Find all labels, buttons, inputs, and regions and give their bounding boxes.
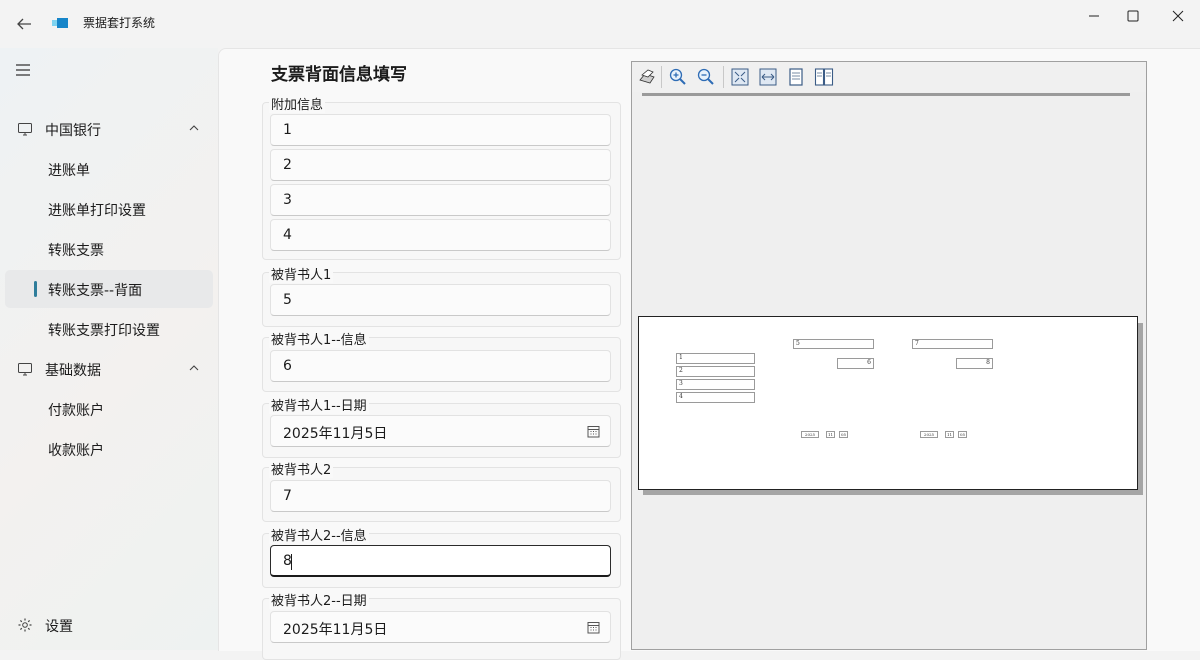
calendar-icon[interactable] [587, 425, 600, 438]
field-value: 5 [283, 292, 292, 308]
endorsee2-info-input[interactable]: 8 [270, 545, 611, 577]
two-pages-icon[interactable] [814, 67, 834, 87]
extra-info-line-4-input[interactable]: 4 [270, 219, 611, 251]
field-value: 1 [283, 122, 292, 138]
text-caret [291, 554, 292, 570]
single-page-icon[interactable] [786, 67, 806, 87]
nav-item-label: 转账支票打印设置 [48, 323, 160, 339]
minimize-icon [1089, 15, 1099, 17]
back-arrow-icon [17, 18, 31, 30]
nav-item-payer-accounts[interactable]: 付款账户 [5, 390, 213, 428]
selection-indicator [34, 281, 37, 297]
group-label: 附加信息 [269, 94, 326, 113]
nav-group-label: 中国银行 [45, 123, 101, 139]
endorsee2-date-picker[interactable]: 2025年11月5日 [270, 611, 611, 643]
nav-item-label: 进账单 [48, 163, 90, 179]
group-label: 被背书人1 [269, 264, 334, 283]
endorsee1-input[interactable]: 5 [270, 284, 611, 316]
nav-item-transfer-check[interactable]: 转账支票 [5, 230, 213, 268]
print-icon[interactable] [637, 67, 657, 87]
endorsee1-info-input[interactable]: 6 [270, 350, 611, 382]
preview-date1-year: 2025 [801, 431, 819, 438]
navigation-sidebar: 中国银行 进账单 进账单打印设置 转账支票 转账支票--背面 转账支票打印设置 … [0, 48, 218, 650]
maximize-button[interactable] [1111, 0, 1155, 32]
preview-divider [642, 93, 1130, 96]
preview-date1-month: 11 [826, 431, 835, 438]
app-logo-icon [52, 18, 68, 28]
toolbar-separator [661, 66, 662, 88]
preview-endorsee1-info: 6 [837, 358, 874, 369]
close-icon [1172, 10, 1184, 22]
group-label: 被背书人1--日期 [269, 395, 369, 414]
nav-item-label: 转账支票 [48, 243, 104, 259]
group-label: 被背书人1--信息 [269, 329, 369, 348]
nav-item-deposit-slip[interactable]: 进账单 [5, 150, 213, 188]
field-value: 6 [283, 358, 292, 374]
monitor-icon [18, 123, 32, 136]
minimize-button[interactable] [1072, 0, 1116, 32]
nav-group-base-data[interactable]: 基础数据 [5, 350, 213, 388]
preview-date2-year: 2025 [920, 431, 938, 438]
extra-info-line-2-input[interactable]: 2 [270, 149, 611, 181]
group-label: 被背书人2--日期 [269, 590, 369, 609]
gear-icon [18, 618, 32, 632]
preview-extra-line-3: 3 [676, 379, 755, 390]
fit-page-icon[interactable] [730, 67, 750, 87]
nav-item-payee-accounts[interactable]: 收款账户 [5, 430, 213, 468]
field-value: 2 [283, 157, 292, 173]
monitor-icon [18, 363, 32, 376]
check-back-preview-page: 5 7 6 8 1 2 3 4 2025 11 05 2025 11 05 [638, 316, 1138, 490]
group-label: 被背书人2 [269, 459, 334, 478]
field-value: 2025年11月5日 [283, 622, 388, 638]
calendar-icon[interactable] [587, 621, 600, 634]
close-button[interactable] [1156, 0, 1200, 32]
preview-date2-month: 11 [945, 431, 954, 438]
field-value: 2025年11月5日 [283, 426, 388, 442]
nav-item-label: 转账支票--背面 [48, 283, 143, 299]
nav-item-label: 收款账户 [48, 443, 104, 459]
field-value: 4 [283, 227, 292, 243]
preview-date1-day: 05 [839, 431, 848, 438]
preview-endorsee2: 7 [912, 339, 993, 349]
preview-endorsee2-info: 8 [956, 358, 993, 369]
field-value: 3 [283, 192, 292, 208]
nav-group-label: 基础数据 [45, 363, 101, 379]
page-title: 支票背面信息填写 [271, 65, 407, 85]
extra-info-line-1-input[interactable]: 1 [270, 114, 611, 146]
toolbar-separator [723, 66, 724, 88]
preview-extra-line-2: 2 [676, 366, 755, 377]
endorsee2-input[interactable]: 7 [270, 480, 611, 512]
preview-toolbar [632, 62, 1146, 92]
chevron-up-icon[interactable] [187, 121, 201, 135]
print-preview-pane: 5 7 6 8 1 2 3 4 2025 11 05 2025 11 05 [631, 61, 1147, 650]
field-value: 7 [283, 488, 292, 504]
hamburger-menu-icon[interactable] [14, 61, 32, 79]
preview-date2-day: 05 [958, 431, 967, 438]
preview-extra-line-1: 1 [676, 353, 755, 364]
settings-label: 设置 [45, 619, 73, 635]
zoom-out-icon[interactable] [696, 67, 716, 87]
preview-extra-line-4: 4 [676, 392, 755, 403]
zoom-in-icon[interactable] [668, 67, 688, 87]
window-title: 票据套打系统 [83, 16, 156, 30]
chevron-up-icon[interactable] [187, 361, 201, 375]
nav-item-deposit-slip-print-settings[interactable]: 进账单打印设置 [5, 190, 213, 228]
title-bar: 票据套打系统 [0, 0, 1200, 48]
preview-endorsee1: 5 [793, 339, 874, 349]
nav-group-bank-of-china[interactable]: 中国银行 [5, 110, 213, 148]
fit-width-icon[interactable] [758, 67, 778, 87]
endorsee1-date-picker[interactable]: 2025年11月5日 [270, 415, 611, 447]
nav-item-label: 付款账户 [48, 403, 104, 419]
group-label: 被背书人2--信息 [269, 525, 369, 544]
nav-item-transfer-check-print-settings[interactable]: 转账支票打印设置 [5, 310, 213, 348]
maximize-icon [1127, 10, 1139, 22]
nav-item-label: 进账单打印设置 [48, 203, 146, 219]
nav-item-settings[interactable]: 设置 [5, 606, 213, 644]
extra-info-line-3-input[interactable]: 3 [270, 184, 611, 216]
back-button[interactable] [12, 12, 36, 36]
nav-item-transfer-check-back[interactable]: 转账支票--背面 [5, 270, 213, 308]
